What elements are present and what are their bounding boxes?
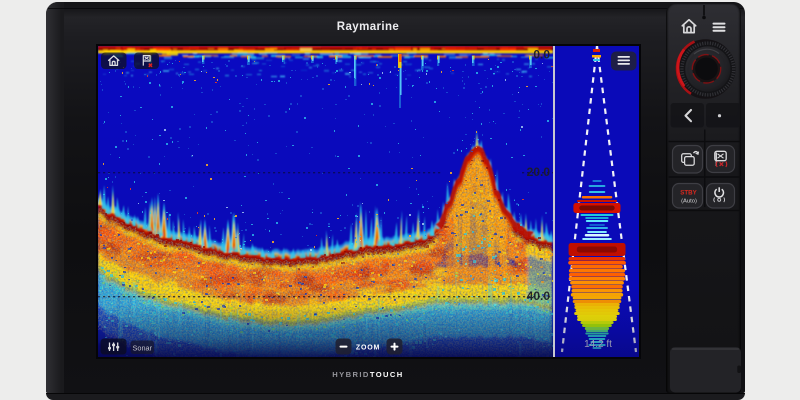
svg-text:40.0: 40.0 <box>527 289 551 303</box>
svg-text:Sonar: Sonar <box>133 343 153 352</box>
svg-text:0.0: 0.0 <box>533 48 550 62</box>
svg-text:20.0: 20.0 <box>527 165 551 179</box>
svg-text:ZOOM: ZOOM <box>356 345 380 352</box>
